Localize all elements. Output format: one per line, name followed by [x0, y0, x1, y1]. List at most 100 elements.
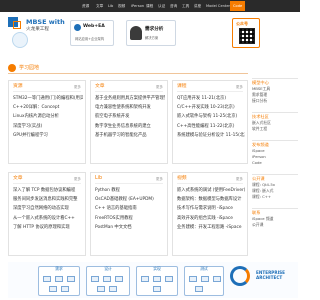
- nav-item-lecture[interactable]: 讲座: [194, 2, 201, 10]
- list-item[interactable]: OsCAD基础教程 (EA+UPDM): [95, 195, 165, 204]
- sidebar-heading: 发布频道: [252, 142, 269, 147]
- list-item[interactable]: FreeRTOS实用教程: [95, 214, 165, 223]
- sidebar-link[interactable]: 课程: C++: [252, 194, 298, 200]
- list-item[interactable]: Linux内核片源启动分析: [13, 112, 83, 121]
- list-item[interactable]: 数据架构：数据模型与数据库设计: [177, 195, 245, 204]
- list-item[interactable]: Python 教程: [95, 186, 165, 195]
- diagram-group-design: 设计: [86, 266, 130, 296]
- brand-title: MBSE with: [26, 18, 65, 26]
- top-nav: 资源 文章 Lib 视频 iPerson 课程 认证 咨询 工具 讲座 Mode…: [0, 0, 300, 12]
- diagram-group-testing: 测试: [184, 266, 224, 296]
- list-item[interactable]: QT应用开发 11-21(北京): [177, 94, 245, 103]
- nav-item-code[interactable]: Code: [230, 1, 246, 11]
- more-link[interactable]: 更多: [236, 176, 243, 182]
- nav-item-video[interactable]: 视频: [118, 2, 125, 10]
- diagram-group-title: 测试: [200, 266, 208, 271]
- nav-item-lib[interactable]: Lib: [108, 2, 113, 10]
- nav-item-course[interactable]: 课程: [146, 2, 153, 10]
- section-divider: [8, 73, 248, 74]
- list-item[interactable]: 高效开发的组合实践 -iSpace: [177, 214, 245, 223]
- nav-item-tools[interactable]: 工具: [182, 2, 189, 10]
- card-divider: [95, 183, 163, 184]
- diagram-node: [141, 276, 149, 282]
- list-item[interactable]: 系统建模与验证分析设计 11-15(北京): [177, 131, 245, 140]
- qr-code-icon: [239, 28, 255, 44]
- card-courses: 课程 更多 QT应用开发 11-21(北京) C/C++开发实践 10-23(北…: [172, 80, 248, 164]
- more-link[interactable]: 更多: [156, 84, 163, 90]
- section-title: 学习园地: [19, 65, 40, 71]
- sidebar-block-contact: 联系 iSpace 频道 公开课: [252, 208, 298, 228]
- list-item[interactable]: C++高性能编程 11-22(北京): [177, 122, 245, 131]
- card-title: 文章: [95, 84, 105, 89]
- list-item[interactable]: 了解 HTTP 协议的原理和实现: [13, 223, 83, 232]
- nav-item-cert[interactable]: 认证: [158, 2, 165, 10]
- banner-card-requirements[interactable]: 需求分析 解决方案: [126, 20, 176, 46]
- diagram-node: [67, 276, 75, 282]
- banner-card-qr[interactable]: 公众号: [232, 18, 260, 48]
- process-diagram-banner[interactable]: 需求 设计 实现 测试 ENTERPRISE ARCHITECT: [8, 262, 298, 298]
- diagram-node: [109, 286, 117, 292]
- logo-frame-icon: [13, 21, 21, 29]
- list-item[interactable]: 基于业务规则用具方案提供平产管理架构: [95, 94, 165, 103]
- diagram-node: [201, 276, 209, 282]
- list-item[interactable]: 深入了解 TCP 数据包协议和编程: [13, 186, 83, 195]
- list-item[interactable]: 数字孪生业务信息系统的建立: [95, 122, 165, 131]
- list-item[interactable]: 深度学习(实战): [13, 122, 83, 131]
- card-divider: [177, 91, 243, 92]
- brand-subtitle: 火龙果工程: [26, 27, 49, 32]
- card-divider: [13, 183, 81, 184]
- diagram-node: [91, 276, 99, 282]
- sidebar-link[interactable]: 接口分析: [252, 98, 298, 104]
- list-item[interactable]: C++20详解：Concept: [13, 103, 83, 112]
- list-item[interactable]: 技术写作与需求说明 -iSpace: [177, 204, 245, 213]
- sidebar-heading: 模型中心: [252, 80, 269, 85]
- nav-item-resources[interactable]: 资源: [82, 2, 89, 10]
- cycle-icon: [230, 266, 250, 286]
- list-item[interactable]: 业务建模：开发工程思路 -iSpace: [177, 223, 245, 232]
- sidebar-block-model-center: 模型中心 MBSE工具 需求管理 接口分析: [252, 78, 298, 104]
- list-item[interactable]: 从一个嵌入式系统的设计看C++: [13, 214, 83, 223]
- nav-item-model-center[interactable]: Model Center: [206, 2, 230, 10]
- card-articles: 文章 更多 基于业务规则用具方案提供平产管理架构 电力兼容性使系统和架构开发 航…: [90, 80, 168, 164]
- list-item[interactable]: 电力兼容性使系统和架构开发: [95, 103, 165, 112]
- diagram-node: [61, 286, 69, 292]
- study-icon: [8, 64, 16, 72]
- list-item[interactable]: PostMan 中文文档: [95, 223, 165, 232]
- banner-card-title: 需求分析: [145, 27, 164, 32]
- list-item[interactable]: 航空电子系统开发: [95, 112, 165, 121]
- diagram-node: [49, 286, 57, 292]
- card-videos: 视频 更多 嵌入式系统的调试 (使用FeeDriver) 数据架构：数据模型与数…: [172, 172, 248, 256]
- more-link[interactable]: 更多: [156, 176, 163, 182]
- list-item[interactable]: 深度学习自然网络的动态实现: [13, 204, 83, 213]
- list-item[interactable]: 嵌入式软件与架构 11-25(北京): [177, 112, 245, 121]
- header-banner: MBSE with 火龙果工程 Web+EA 网站应用+企业架构 需求分析 解决…: [0, 12, 300, 52]
- sidebar-link[interactable]: 公开课: [252, 222, 298, 228]
- sidebar-heading: 技术社区: [252, 114, 269, 119]
- diagram-node: [55, 276, 63, 282]
- card-divider: [13, 91, 81, 92]
- diagram-group-implementation: 实现: [136, 266, 178, 296]
- sidebar-heading: 公开课: [252, 176, 265, 181]
- more-link[interactable]: 更多: [236, 84, 243, 90]
- more-link[interactable]: 更多: [74, 176, 81, 182]
- list-item[interactable]: C++ 语言的基础指南: [95, 204, 165, 213]
- section-heading: 学习园地: [8, 63, 68, 73]
- list-item[interactable]: 基于机器学习的智能化产品: [95, 131, 165, 140]
- banner-card-subtitle: 网站应用+企业架构: [75, 37, 105, 41]
- nav-item-articles[interactable]: 文章: [96, 2, 103, 10]
- card-articles-2: 文章 更多 深入了解 TCP 数据包协议和编程 服务间同步发送消息和实践和完整 …: [8, 172, 86, 256]
- list-item[interactable]: GPU并行编程学习: [13, 131, 83, 140]
- list-item[interactable]: 嵌入式系统的调试 (使用FeeDriver): [177, 186, 245, 195]
- nav-item-consult[interactable]: 咨询: [170, 2, 177, 10]
- list-item[interactable]: STM32一等门通用(门)的编程和(用实践): [13, 94, 83, 103]
- sidebar-link[interactable]: 软件工程: [252, 126, 298, 132]
- enterprise-architect-logo: ENTERPRISE ARCHITECT: [256, 270, 286, 280]
- card-lib: Lib 更多 Python 教程 OsCAD基础教程 (EA+UPDM) C++…: [90, 172, 168, 256]
- list-item[interactable]: C/C++开发实践 10-23(北京): [177, 103, 245, 112]
- more-link[interactable]: 更多: [74, 84, 81, 90]
- banner-card-web-ea[interactable]: Web+EA 网站应用+企业架构: [70, 20, 114, 46]
- sidebar-link[interactable]: Code: [252, 160, 298, 166]
- list-item[interactable]: 服务间同步发送消息和实践和完整: [13, 195, 83, 204]
- nav-item-iperson[interactable]: iPerson: [131, 2, 144, 10]
- banner-card-title: Web+EA: [83, 24, 105, 29]
